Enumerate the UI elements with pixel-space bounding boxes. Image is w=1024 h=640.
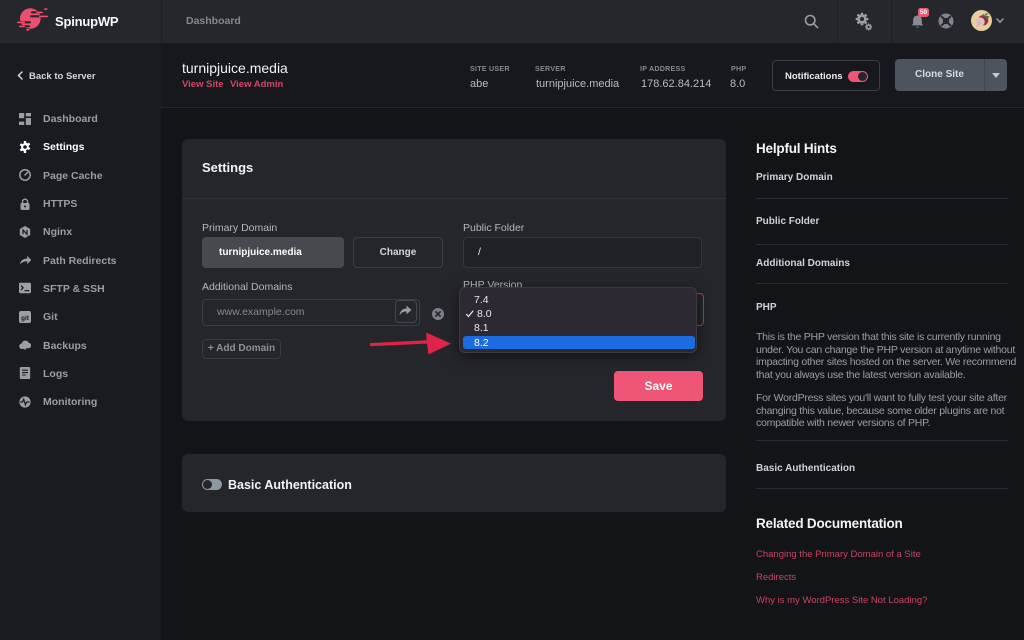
- svg-text:git: git: [21, 314, 30, 321]
